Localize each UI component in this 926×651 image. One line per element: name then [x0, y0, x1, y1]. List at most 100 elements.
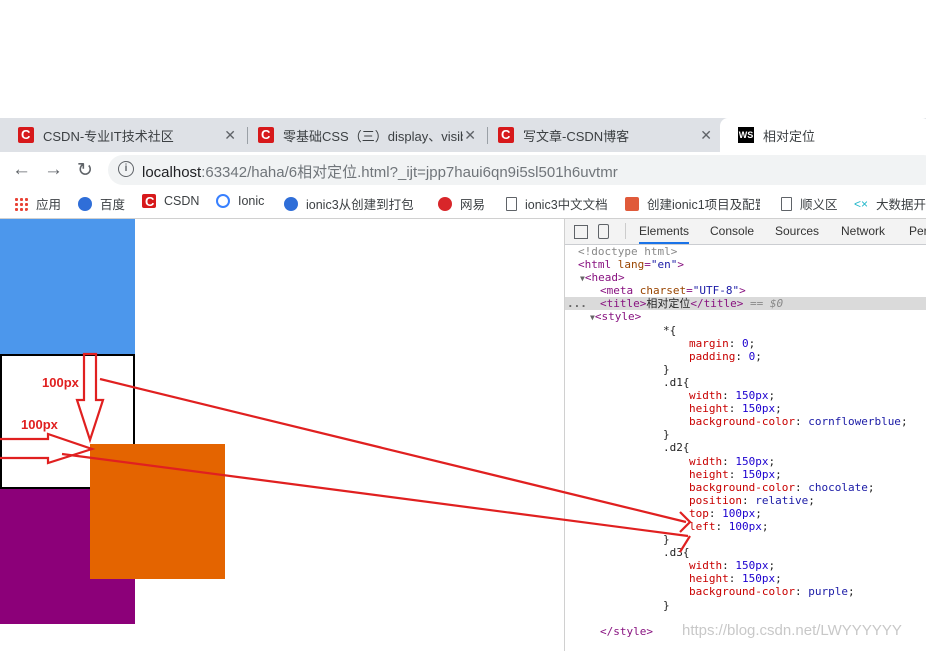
- info-icon[interactable]: i: [118, 161, 134, 177]
- node-menu-ellipsis[interactable]: ...: [567, 297, 587, 310]
- style-node[interactable]: ▼<style>: [565, 310, 926, 323]
- devtools-tab-elements[interactable]: Elements: [639, 224, 690, 244]
- css-declaration: background-color: cornflowerblue;: [689, 415, 908, 429]
- tab-title: 零基础CSS（三）display、visibi: [283, 128, 463, 144]
- code-brackets-icon: <×: [854, 196, 869, 211]
- css-declaration: width: 150px;: [689, 454, 776, 468]
- style-contents: *{margin: 0; padding: 0;} .d1{width: 150px…: [565, 324, 926, 612]
- devtools-tab-console[interactable]: Console: [710, 224, 754, 238]
- head-node[interactable]: ▼<head>: [565, 271, 926, 284]
- ionic-logo-icon: [216, 194, 230, 208]
- css-declaration: height: 150px;: [689, 467, 782, 481]
- reload-icon[interactable]: ↻: [77, 159, 93, 182]
- address-bar[interactable]: i localhost:63342/haha/6相对定位.html?_ijt=j…: [108, 155, 926, 185]
- devtools-tab-performance[interactable]: Per: [909, 224, 926, 238]
- tab-csdn[interactable]: CSDN-专业IT技术社区 ✕: [0, 118, 248, 152]
- url-text[interactable]: localhost:63342/haha/6相对定位.html?_ijt=jpp…: [142, 161, 618, 182]
- tab-title: CSDN-专业IT技术社区: [43, 128, 174, 144]
- css-rule-close: }: [663, 362, 670, 376]
- meta-node[interactable]: <meta charset="UTF-8">: [565, 284, 926, 297]
- tab-close-icon[interactable]: ✕: [224, 127, 236, 144]
- elements-tree: <!doctype html> <html lang="en"> ▼<head>…: [565, 245, 926, 638]
- tab-strip: CSDN-专业IT技术社区 ✕ 零基础CSS（三）display、visibi …: [0, 118, 926, 152]
- devtools-tab-sources[interactable]: Sources: [775, 224, 819, 238]
- tab-close-icon[interactable]: ✕: [464, 127, 476, 144]
- doctype-node[interactable]: <!doctype html>: [565, 245, 926, 258]
- browser-toolbar: ← → ↻ i localhost:63342/haha/6相对定位.html?…: [0, 152, 926, 188]
- page-icon: [781, 196, 792, 211]
- jian-icon: [625, 196, 639, 211]
- html-node[interactable]: <html lang="en">: [565, 258, 926, 271]
- bookmark-label: 百度: [100, 198, 126, 212]
- css-selector: .d2{: [663, 441, 690, 455]
- bookmark-ionic3-docs[interactable]: ionic3中文文档: [506, 194, 608, 213]
- title-node[interactable]: ... <title>相对定位</title> == $0: [565, 297, 926, 311]
- tab-css-display[interactable]: 零基础CSS（三）display、visibi ✕: [240, 118, 488, 152]
- bookmark-label: 创建ionic1项目及配置: [647, 198, 760, 212]
- css-rule-close: }: [663, 428, 670, 442]
- annotation-label-top: 100px: [42, 375, 79, 390]
- bookmarks-bar: 应用 百度 CSDN Ionic ionic3从创建到打包 网易 ionic3中…: [0, 190, 926, 216]
- devtools-tab-bar: Elements Console Sources Network Per: [565, 219, 926, 245]
- inspect-element-icon[interactable]: [574, 225, 588, 239]
- bookmark-label: ionic3中文文档: [525, 198, 608, 212]
- tab-title: 写文章-CSDN博客: [523, 128, 630, 144]
- page-icon: [506, 196, 517, 211]
- bookmark-netease[interactable]: 网易: [438, 194, 485, 213]
- csdn-favicon-icon: [498, 127, 514, 143]
- bookmark-label: 顺义区: [800, 198, 838, 212]
- page-viewport: [0, 219, 564, 651]
- tab-title: 相对定位: [763, 128, 816, 144]
- tab-relative-position[interactable]: WS 相对定位: [720, 118, 926, 152]
- css-declaration: margin: 0;: [689, 336, 756, 350]
- css-selector: *{: [663, 323, 677, 337]
- back-arrow-icon[interactable]: ←: [12, 159, 31, 181]
- css-selector: .d3{: [663, 546, 690, 560]
- css-declaration: height: 150px;: [689, 402, 782, 416]
- css-rule-close: }: [663, 533, 670, 547]
- bookmark-label: CSDN: [164, 194, 200, 208]
- css-declaration: top: 100px;: [689, 506, 762, 520]
- css-declaration: width: 150px;: [689, 559, 776, 573]
- bookmark-shunyi[interactable]: 顺义区: [781, 194, 838, 213]
- webstorm-favicon-icon: WS: [738, 127, 754, 143]
- box-d2-chocolate: [90, 444, 225, 579]
- bookmark-label: ionic3从创建到打包: [306, 198, 414, 212]
- css-declaration: height: 150px;: [689, 572, 782, 586]
- bookmark-ionic1-project[interactable]: 创建ionic1项目及配置: [625, 194, 760, 213]
- css-declaration: background-color: chocolate;: [689, 480, 875, 494]
- url-host: localhost: [142, 164, 202, 181]
- tab-close-icon[interactable]: ✕: [700, 127, 712, 144]
- watermark-text: https://blog.csdn.net/LWYYYYYY: [682, 622, 902, 639]
- bookmark-apps[interactable]: 应用: [14, 194, 61, 213]
- devtools-panel: Elements Console Sources Network Per <!d…: [564, 219, 926, 651]
- apps-grid-icon: [14, 196, 28, 211]
- url-path: :63342/haha/6相对定位.html?_ijt=jpp7haui6qn9…: [201, 164, 618, 181]
- csdn-favicon-icon: [142, 194, 156, 210]
- css-declaration: left: 100px;: [689, 519, 769, 533]
- bookmark-ionic3-build[interactable]: ionic3从创建到打包: [284, 194, 414, 213]
- css-selector: .d1{: [663, 375, 690, 389]
- csdn-favicon-icon: [18, 127, 34, 143]
- css-declaration: padding: 0;: [689, 349, 762, 363]
- baidu-paw-icon: [284, 196, 298, 211]
- bookmark-label: Ionic: [238, 194, 265, 208]
- bookmark-csdn[interactable]: CSDN: [142, 194, 200, 210]
- bookmark-label: 网易: [460, 198, 486, 212]
- css-declaration: position: relative;: [689, 493, 815, 507]
- box-d1-cornflowerblue: [0, 219, 135, 354]
- css-declaration: width: 150px;: [689, 389, 776, 403]
- device-toolbar-icon[interactable]: [598, 224, 609, 239]
- bookmark-baidu[interactable]: 百度: [78, 194, 125, 213]
- csdn-favicon-icon: [258, 127, 274, 143]
- devtools-tab-network[interactable]: Network: [841, 224, 885, 238]
- bookmark-ionic[interactable]: Ionic: [216, 194, 264, 208]
- forward-arrow-icon[interactable]: →: [44, 159, 63, 181]
- bookmark-label: 应用: [36, 198, 62, 212]
- bookmark-label: 大数据开: [876, 198, 926, 212]
- baidu-paw-icon: [78, 196, 92, 211]
- bookmark-bigdata[interactable]: <× 大数据开: [854, 194, 926, 213]
- tab-write-article[interactable]: 写文章-CSDN博客 ✕: [480, 118, 724, 152]
- css-rule-close: }: [663, 598, 670, 612]
- css-declaration: background-color: purple;: [689, 585, 855, 599]
